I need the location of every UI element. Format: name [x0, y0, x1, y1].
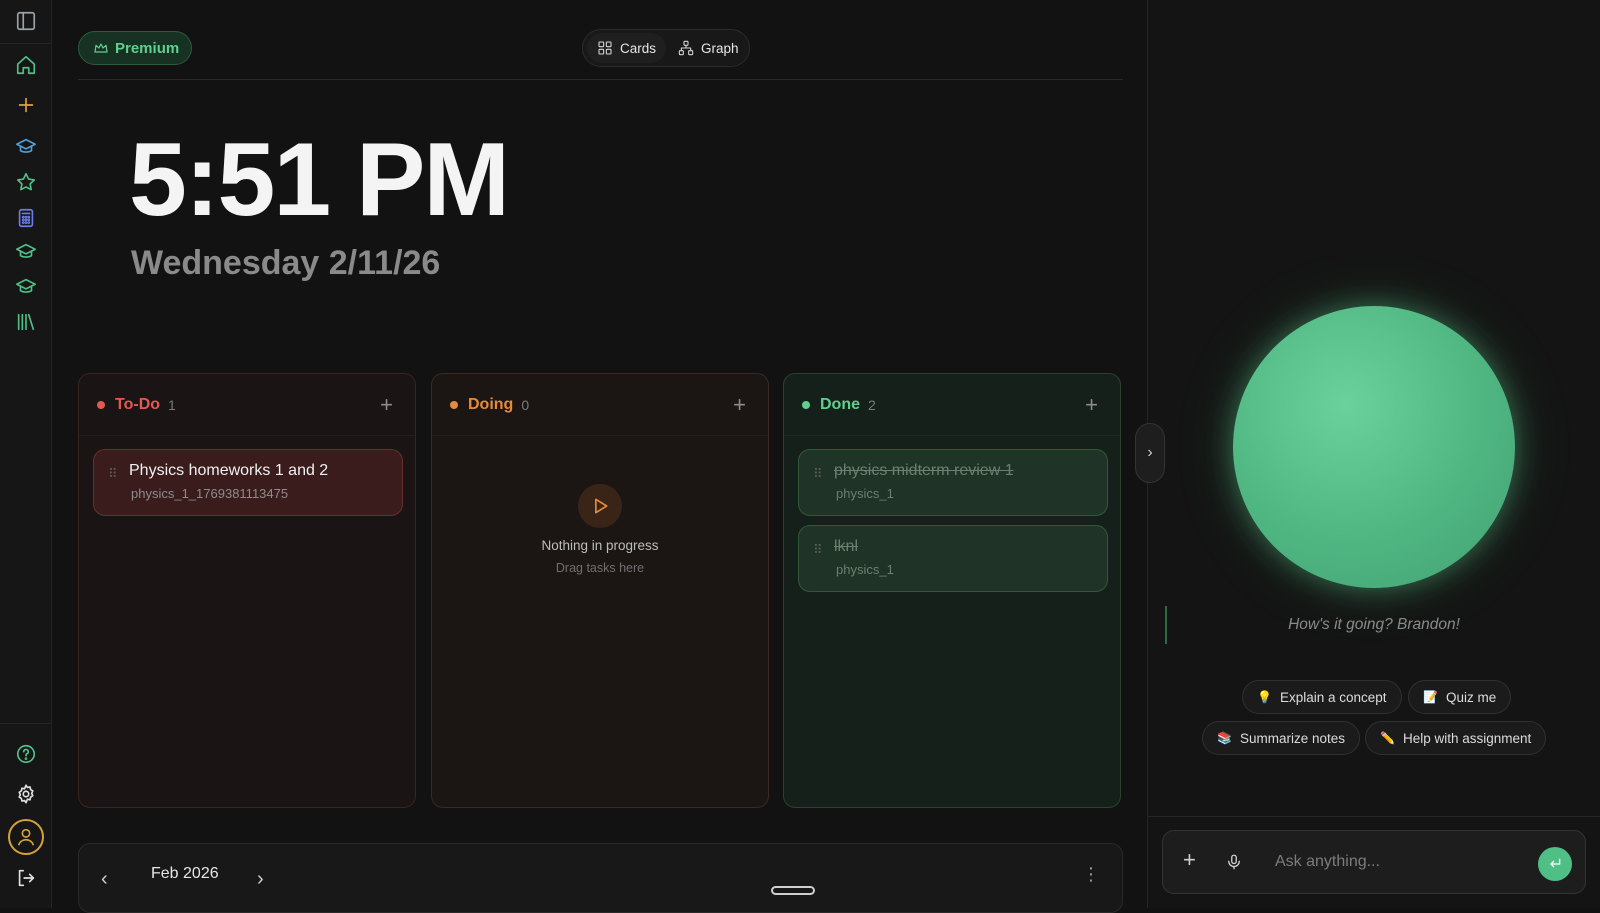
doing-column-header: Doing 0 + — [432, 374, 768, 436]
chip-label: Explain a concept — [1279, 689, 1387, 705]
crown-icon — [94, 43, 108, 53]
cards-label: Cards — [620, 40, 657, 56]
task-card[interactable]: ⠿ Physics homeworks 1 and 2 physics_1_17… — [93, 449, 403, 516]
assistant-greeting: How's it going? Brandon! — [1288, 616, 1460, 633]
header-divider — [78, 79, 1123, 80]
play-icon — [578, 484, 622, 528]
task-title: physics midterm review 1 — [834, 462, 1014, 479]
sidebar-divider — [0, 43, 52, 44]
attach-button[interactable]: + — [1183, 849, 1196, 871]
suggestion-chip[interactable]: 💡 Explain a concept — [1242, 680, 1402, 714]
memo-icon: 📝 — [1423, 690, 1438, 704]
done-column-header: Done 2 + — [784, 374, 1120, 436]
task-title: lknl — [834, 538, 859, 555]
calculator-icon[interactable] — [13, 205, 39, 231]
column-title: Done — [820, 395, 860, 413]
empty-state-subtitle: Drag tasks here — [555, 561, 645, 575]
suggestion-chip[interactable]: 📚 Summarize notes — [1202, 721, 1360, 755]
avatar[interactable] — [8, 819, 44, 855]
drag-handle-icon[interactable]: ⠿ — [108, 466, 117, 482]
task-subtitle: physics_1_1769381113475 — [131, 486, 289, 501]
home-icon[interactable] — [13, 52, 39, 78]
empty-state: Nothing in progress Drag tasks here — [432, 484, 768, 575]
chat-input-placeholder[interactable]: Ask anything... — [1275, 853, 1380, 871]
star-icon[interactable] — [13, 169, 39, 195]
clock-time: 5:51 PM — [129, 122, 510, 238]
calendar-panel: ‹ Feb 2026 › ⋮ — [78, 843, 1123, 913]
grid-icon — [598, 41, 612, 55]
calendar-month: Feb 2026 — [151, 865, 219, 882]
collapse-panel-button[interactable]: › — [1135, 423, 1165, 483]
lightbulb-icon: 💡 — [1257, 690, 1272, 704]
task-subtitle: physics_1 — [836, 562, 894, 577]
status-dot — [802, 400, 810, 409]
clock-date: Wednesday 2/11/26 — [131, 244, 441, 282]
input-divider — [1148, 816, 1600, 817]
column-count: 0 — [521, 396, 530, 413]
add-task-button[interactable]: + — [1085, 394, 1098, 416]
network-icon — [678, 40, 694, 56]
sidebar-divider — [0, 723, 52, 724]
user-icon — [17, 828, 35, 846]
view-toggle: Cards Graph — [582, 29, 750, 67]
library-icon[interactable] — [13, 309, 39, 335]
todo-column-header: To-Do 1 + — [79, 374, 415, 436]
doing-column: Doing 0 + Nothing in progress Drag tasks… — [431, 373, 769, 808]
graph-view-button[interactable]: Graph — [668, 33, 749, 63]
drag-handle-icon[interactable]: ⠿ — [813, 542, 822, 558]
assistant-orb[interactable] — [1233, 306, 1515, 588]
premium-label: Premium — [115, 39, 180, 57]
column-title: To-Do — [115, 395, 161, 413]
suggestion-chip[interactable]: ✏️ Help with assignment — [1365, 721, 1547, 755]
chip-label: Quiz me — [1445, 689, 1497, 705]
more-options-icon[interactable]: ⋮ — [1082, 864, 1100, 885]
send-button[interactable] — [1538, 847, 1572, 881]
empty-state-title: Nothing in progress — [541, 538, 659, 553]
task-card[interactable]: ⠿ physics midterm review 1 physics_1 — [798, 449, 1108, 516]
chip-label: Summarize notes — [1239, 730, 1345, 746]
gear-icon[interactable] — [13, 781, 39, 807]
logout-icon[interactable] — [13, 865, 39, 891]
done-column: Done 2 + ⠿ physics midterm review 1 phys… — [783, 373, 1121, 808]
drag-handle-icon[interactable]: ⠿ — [813, 466, 822, 482]
task-card[interactable]: ⠿ lknl physics_1 — [798, 525, 1108, 592]
chevron-right-icon: › — [1147, 444, 1153, 461]
graph-label: Graph — [701, 40, 739, 56]
graduation-cap-icon[interactable] — [13, 274, 39, 300]
chat-input[interactable]: + Ask anything... — [1162, 830, 1586, 894]
main-content: Premium Cards Graph 5:51 PM Wednesday 2/… — [52, 0, 1148, 913]
microphone-icon[interactable] — [1225, 851, 1243, 878]
resize-handle[interactable] — [771, 886, 815, 895]
pencil-icon: ✏️ — [1380, 731, 1395, 745]
chevron-left-icon[interactable]: ‹ — [101, 868, 108, 891]
add-task-button[interactable]: + — [380, 394, 393, 416]
graduation-cap-icon[interactable] — [13, 239, 39, 265]
suggestion-chip[interactable]: 📝 Quiz me — [1408, 680, 1512, 714]
books-icon: 📚 — [1217, 731, 1232, 745]
graduation-cap-icon[interactable] — [13, 134, 39, 160]
column-count: 1 — [168, 396, 176, 413]
enter-icon — [1550, 858, 1561, 868]
todo-column: To-Do 1 + ⠿ Physics homeworks 1 and 2 ph… — [78, 373, 416, 808]
premium-button[interactable]: Premium — [78, 31, 192, 65]
task-subtitle: physics_1 — [836, 486, 894, 501]
sidebar-toggle-icon[interactable] — [13, 8, 39, 34]
help-icon[interactable] — [13, 741, 39, 767]
plus-icon[interactable] — [13, 92, 39, 118]
add-task-button[interactable]: + — [733, 394, 746, 416]
chevron-right-icon[interactable]: › — [257, 868, 264, 891]
cards-view-button[interactable]: Cards — [587, 33, 667, 63]
task-title: Physics homeworks 1 and 2 — [129, 462, 329, 479]
sidebar — [0, 0, 52, 908]
status-dot — [97, 400, 105, 409]
column-title: Doing — [468, 395, 514, 413]
column-count: 2 — [868, 396, 876, 413]
status-dot — [450, 400, 458, 409]
chip-label: Help with assignment — [1402, 730, 1532, 746]
